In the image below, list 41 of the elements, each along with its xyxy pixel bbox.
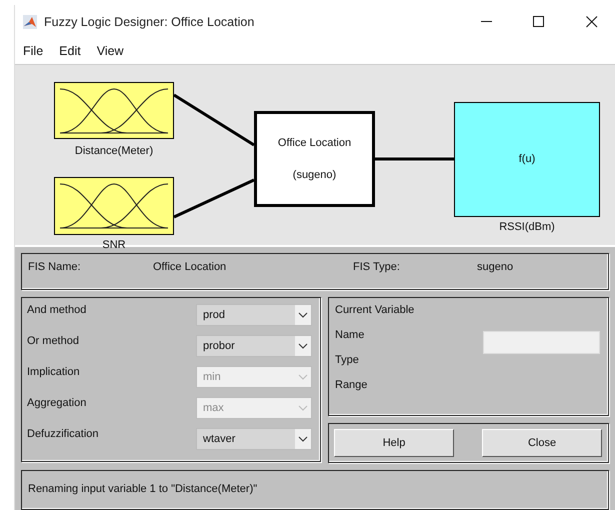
close-icon bbox=[586, 16, 598, 28]
field-label: Type bbox=[335, 354, 360, 366]
window-title: Fuzzy Logic Designer: Office Location bbox=[44, 14, 256, 28]
menu-item[interactable]: File bbox=[23, 44, 44, 58]
system-type: (sugeno) bbox=[292, 168, 336, 181]
method-dropdown[interactable]: wtaver bbox=[196, 428, 312, 450]
method-label: Or method bbox=[27, 335, 79, 347]
method-label: Defuzzification bbox=[27, 428, 99, 440]
system-block[interactable]: Office Location (sugeno) bbox=[254, 110, 375, 207]
method-dropdown[interactable]: prod bbox=[196, 304, 312, 326]
output-variable-label: RSSI(dBm) bbox=[499, 220, 555, 233]
caret-icon bbox=[295, 336, 311, 356]
output-variable-block[interactable]: f(u) bbox=[454, 102, 600, 217]
fis-name-label: FIS Name: bbox=[28, 261, 82, 273]
input-variable-block[interactable] bbox=[54, 176, 174, 235]
field-label: Range bbox=[335, 379, 368, 391]
method-label: Implication bbox=[27, 366, 80, 378]
method-dropdown[interactable]: probor bbox=[196, 335, 312, 357]
maximize-icon bbox=[533, 16, 545, 28]
output-function: f(u) bbox=[518, 153, 536, 166]
app-logo-icon bbox=[23, 14, 37, 28]
input-variable-block[interactable] bbox=[54, 82, 174, 139]
method-label: Aggregation bbox=[27, 397, 86, 409]
minimize-icon bbox=[480, 21, 492, 22]
dialog-button[interactable]: Close bbox=[482, 429, 602, 457]
method-label: And method bbox=[27, 304, 86, 316]
panel-title: Current Variable bbox=[335, 304, 416, 316]
input-variable-label: Distance(Meter) bbox=[74, 144, 154, 157]
menu-item[interactable]: Edit bbox=[59, 44, 81, 58]
field-label: Name bbox=[335, 329, 366, 341]
caret-icon bbox=[295, 429, 311, 449]
system-name: Office Location bbox=[278, 136, 352, 149]
input-variable-label: SNR bbox=[102, 238, 126, 251]
name-input-field[interactable] bbox=[483, 331, 600, 354]
fis-name-value: Office Location bbox=[153, 261, 228, 273]
fis-type-label: FIS Type: bbox=[353, 261, 401, 273]
dialog-button[interactable]: Help bbox=[334, 429, 454, 457]
status-message: Renaming input variable 1 to "Distance(Meter)" bbox=[28, 483, 258, 495]
fis-type-value: sugeno bbox=[477, 261, 514, 273]
menu-item[interactable]: View bbox=[96, 44, 124, 58]
caret-icon bbox=[295, 305, 311, 325]
